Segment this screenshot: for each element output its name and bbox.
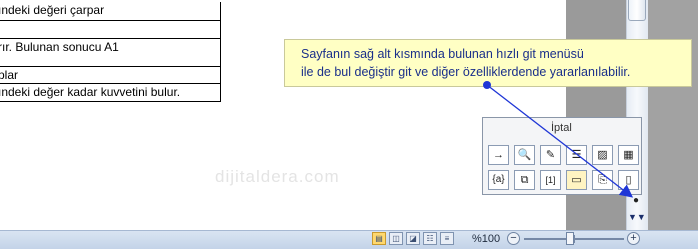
plus-icon: + — [630, 232, 637, 244]
draft-view-button[interactable]: ≡ — [440, 232, 454, 245]
outline-view-button[interactable]: ☷ — [423, 232, 437, 245]
callout-anchor-dot — [483, 81, 491, 89]
zoom-level[interactable]: %100 — [472, 233, 500, 245]
outline-icon: ☷ — [426, 234, 434, 243]
draft-icon: ≡ — [444, 234, 450, 243]
zoom-slider-thumb[interactable] — [566, 232, 574, 245]
web-layout-icon: ◪ — [409, 234, 417, 243]
zoom-center-mark — [574, 235, 575, 243]
print-layout-icon: ▤ — [375, 234, 383, 243]
callout-arrow — [483, 81, 634, 198]
reading-icon: ◫ — [392, 234, 400, 243]
zoom-in-button[interactable]: + — [627, 232, 640, 245]
minus-icon: − — [510, 232, 517, 244]
web-layout-view-button[interactable]: ◪ — [406, 232, 420, 245]
zoom-out-button[interactable]: − — [507, 232, 520, 245]
print-layout-view-button[interactable]: ▤ — [372, 232, 386, 245]
full-screen-reading-view-button[interactable]: ◫ — [389, 232, 403, 245]
